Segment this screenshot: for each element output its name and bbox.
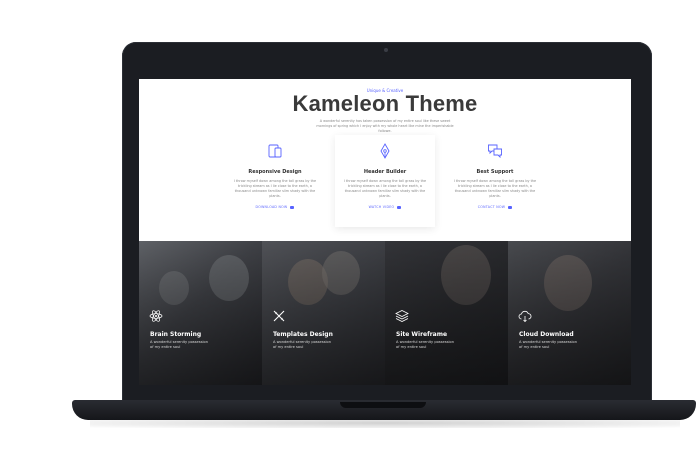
service-tile-site-wireframe[interactable]: Site Wireframe A wonderful serenity poss… <box>385 241 508 385</box>
link-label: WATCH VIDEO <box>368 205 395 209</box>
contact-now-link[interactable]: CONTACT NOW <box>445 205 545 209</box>
feature-card-header-builder: Header Builder I throw myself down among… <box>335 135 435 227</box>
service-tile-brain-storming[interactable]: Brain Storming A wonderful serenity poss… <box>139 241 262 385</box>
cloud-download-icon <box>518 310 532 323</box>
pen-nib-icon <box>380 143 390 159</box>
link-label: DOWNLOAD NOW <box>255 205 288 209</box>
tile-text: A wonderful serenity possession of my en… <box>396 340 454 349</box>
feature-card-responsive: Responsive Design I throw myself down am… <box>225 135 325 227</box>
download-icon <box>290 205 295 209</box>
download-now-link[interactable]: DOWNLOAD NOW <box>225 205 325 209</box>
watch-video-link[interactable]: WATCH VIDEO <box>335 205 435 209</box>
mail-icon <box>508 205 513 209</box>
video-icon <box>397 205 402 209</box>
services-photo-strip: Brain Storming A wonderful serenity poss… <box>139 241 631 385</box>
hero-subtitle: A wonderful serenity has taken possessio… <box>316 119 454 133</box>
feature-card-support: Best Support I throw myself down among t… <box>445 135 545 227</box>
laptop-notch <box>340 402 426 408</box>
feature-title: Best Support <box>476 169 514 175</box>
chat-bubbles-icon <box>488 144 502 159</box>
pencil-ruler-icon <box>273 310 285 322</box>
tile-title: Brain Storming <box>150 331 202 338</box>
responsive-devices-icon <box>268 144 282 158</box>
service-tile-templates-design[interactable]: Templates Design A wonderful serenity po… <box>262 241 385 385</box>
feature-title: Responsive Design <box>248 169 302 175</box>
tile-text: A wonderful serenity possession of my en… <box>273 340 331 349</box>
atom-icon <box>149 310 163 322</box>
laptop-screen: Unique & Creative Kameleon Theme A wonde… <box>139 79 631 385</box>
feature-text: I throw myself down among the tall grass… <box>453 179 537 198</box>
tile-title: Templates Design <box>273 331 333 338</box>
tile-title: Cloud Download <box>519 331 574 338</box>
tile-text: A wonderful serenity possession of my en… <box>519 340 577 349</box>
tile-text: A wonderful serenity possession of my en… <box>150 340 208 349</box>
layers-icon <box>395 310 409 322</box>
tile-title: Site Wireframe <box>396 331 448 338</box>
service-tile-cloud-download[interactable]: Cloud Download A wonderful serenity poss… <box>508 241 631 385</box>
feature-title: Header Builder <box>363 169 407 175</box>
feature-text: I throw myself down among the tall grass… <box>343 179 427 198</box>
page-title: Kameleon Theme <box>292 91 478 116</box>
webcam <box>384 48 388 52</box>
feature-text: I throw myself down among the tall grass… <box>233 179 317 198</box>
link-label: CONTACT NOW <box>477 205 506 209</box>
